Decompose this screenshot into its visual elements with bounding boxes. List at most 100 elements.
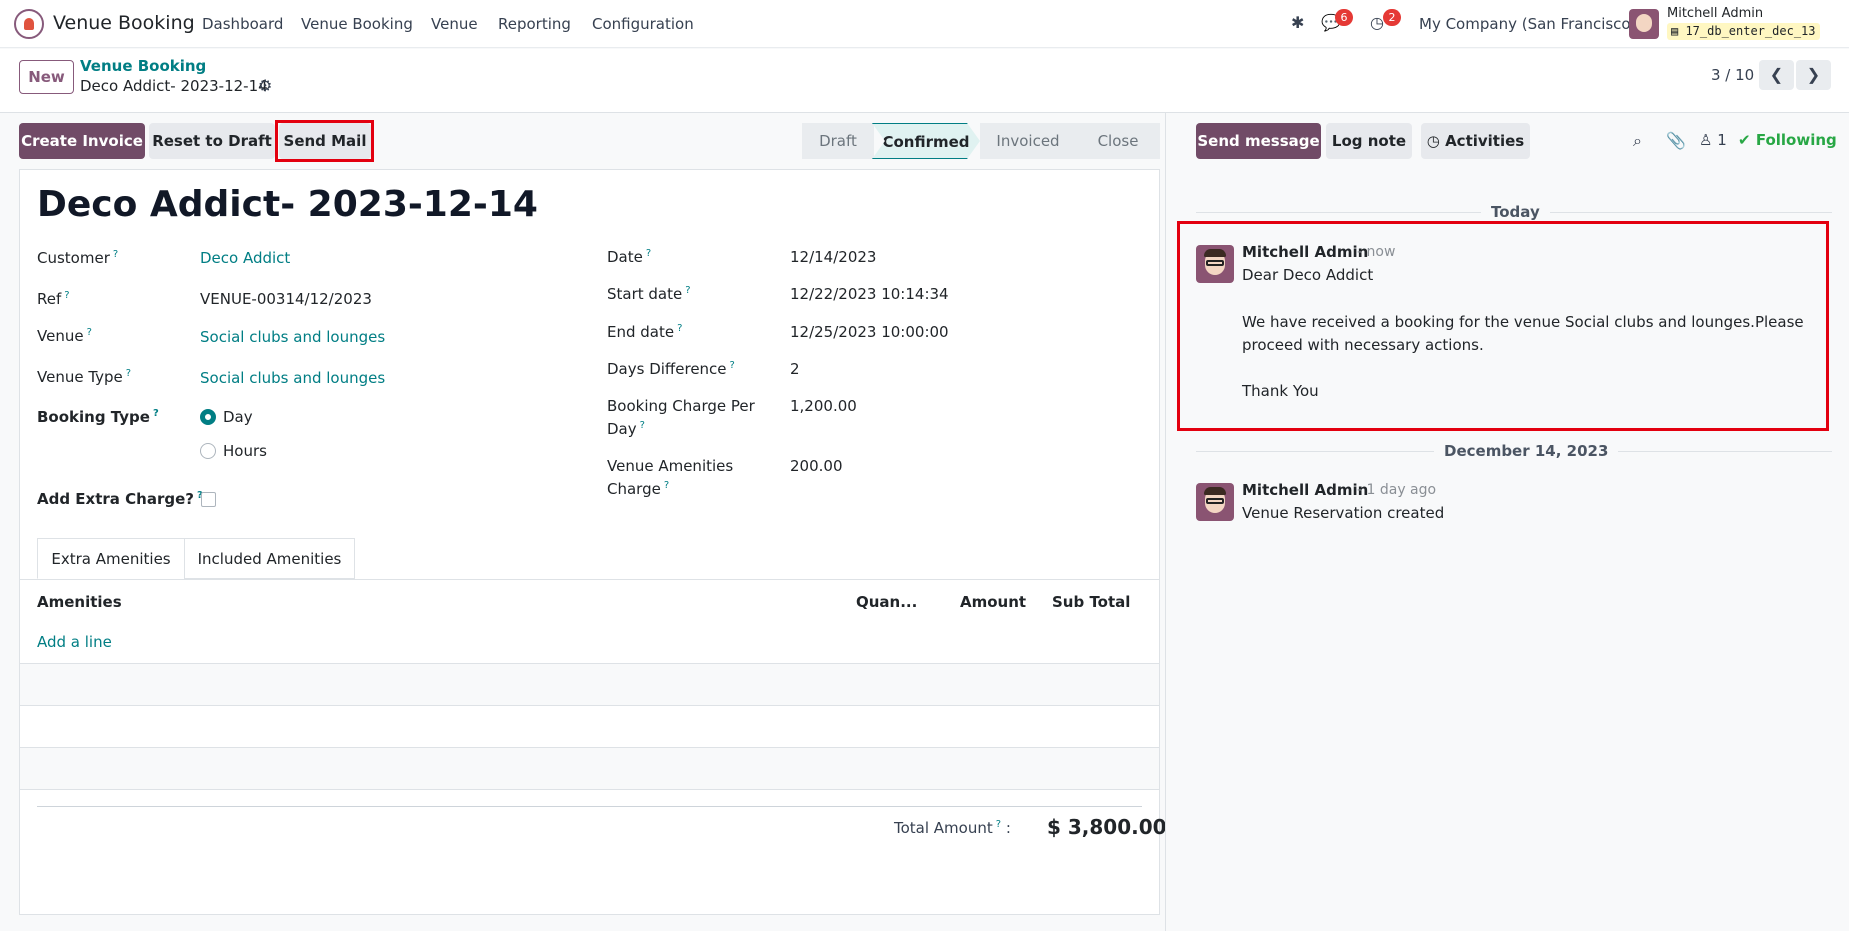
breadcrumb-current: Deco Addict- 2023-12-14 [80,77,268,95]
attachment-paperclip-icon[interactable]: 📎 [1666,131,1686,150]
help-icon[interactable]: ? [646,248,651,259]
venue-label: Venue? [37,327,92,345]
table-row-divider [20,705,1159,706]
end-date-field[interactable]: 12/25/2023 10:00:00 [790,323,949,341]
create-invoice-button[interactable]: Create Invoice [19,123,145,159]
ref-field[interactable]: VENUE-00314/12/2023 [200,290,372,308]
menu-venue-booking[interactable]: Venue Booking [301,15,413,33]
app-logo-icon[interactable] [14,9,44,39]
day-separator-today: Today [1481,203,1550,221]
log-note-button[interactable]: Log note [1326,123,1412,159]
column-sub-total[interactable]: Sub Total [1052,593,1130,611]
total-divider [37,806,1142,807]
new-button[interactable]: New [19,60,74,94]
activities-badge: 2 [1383,9,1401,26]
venue-field[interactable]: Social clubs and lounges [200,328,385,346]
total-amount-value: $ 3,800.00 [1047,815,1167,839]
top-navbar: Venue Booking Dashboard Venue Booking Ve… [0,0,1849,48]
message-greeting: Dear Deco Addict [1242,266,1374,284]
booking-type-hours-label[interactable]: Hours [223,442,267,460]
menu-venue[interactable]: Venue [431,15,478,33]
breadcrumb-parent[interactable]: Venue Booking [80,57,206,75]
followers-person-icon: ♙ [1699,131,1713,149]
menu-configuration[interactable]: Configuration [592,15,694,33]
pager-value[interactable]: 3 / 10 [1711,66,1754,84]
booking-charge-field[interactable]: 1,200.00 [790,397,857,415]
tabs-underline [20,579,1159,580]
help-icon[interactable]: ? [640,420,645,431]
message-author[interactable]: Mitchell Admin [1242,481,1368,499]
help-icon[interactable]: ? [685,285,690,296]
check-icon: ✔ [1738,131,1751,149]
booking-type-hours-radio[interactable] [200,443,216,459]
control-panel: New Venue Booking Deco Addict- 2023-12-1… [0,49,1849,113]
start-date-label-text: Start date [607,285,683,303]
tab-included-amenities[interactable]: Included Amenities [184,538,355,579]
menu-dashboard[interactable]: Dashboard [202,15,283,33]
tab-extra-amenities[interactable]: Extra Amenities [37,538,185,579]
activities-clock-icon[interactable]: ◷ [1370,13,1384,32]
help-icon[interactable]: ? [996,819,1001,830]
venue-amenities-charge-label-text: Charge [607,480,661,498]
table-row [20,748,1159,789]
pager-previous-button[interactable]: ❮ [1759,60,1794,90]
following-label: Following [1755,131,1837,149]
column-amenities[interactable]: Amenities [37,593,122,611]
venue-type-field[interactable]: Social clubs and lounges [200,369,385,387]
help-icon[interactable]: ? [64,290,69,301]
messages-badge: 6 [1335,9,1353,26]
status-confirmed[interactable]: Confirmed [872,123,980,159]
day-separator-date: December 14, 2023 [1434,442,1619,460]
message-signoff: Thank You [1242,382,1319,400]
help-icon[interactable]: ? [87,327,92,338]
customer-field[interactable]: Deco Addict [200,249,290,267]
app-name[interactable]: Venue Booking [53,12,195,34]
column-quantity[interactable]: Quan... [856,593,917,611]
ref-label: Ref? [37,290,70,308]
debug-bug-icon[interactable]: ✱ [1291,13,1304,32]
gear-icon[interactable]: ⚙ [258,76,272,95]
days-difference-field: 2 [790,360,800,378]
search-icon[interactable]: ⌕ [1633,131,1642,151]
help-icon[interactable]: ? [126,368,131,379]
column-amount[interactable]: Amount [960,593,1026,611]
message-body-line-2: proceed with necessary actions. [1242,336,1484,354]
user-name[interactable]: Mitchell Admin [1667,6,1763,21]
reset-to-draft-button[interactable]: Reset to Draft [149,123,275,159]
help-icon[interactable]: ? [730,360,735,371]
message-author-avatar[interactable] [1196,245,1234,283]
days-difference-label-text: Days Difference [607,360,727,378]
help-icon[interactable]: ? [113,249,118,260]
venue-amenities-charge-field[interactable]: 200.00 [790,457,843,475]
database-label: 17_db_enter_dec_13 [1685,24,1816,38]
help-icon[interactable]: ? [664,480,669,491]
date-field[interactable]: 12/14/2023 [790,248,876,266]
company-switcher[interactable]: My Company (San Francisco) [1419,15,1636,33]
extra-charge-label: Add Extra Charge?? [37,490,203,508]
message-author[interactable]: Mitchell Admin [1242,243,1368,261]
help-icon[interactable]: ? [153,408,159,419]
menu-reporting[interactable]: Reporting [498,15,571,33]
following-button[interactable]: ✔ Following [1738,131,1837,149]
user-avatar[interactable] [1629,9,1659,39]
status-draft[interactable]: Draft [802,123,874,159]
message-body-line-1: We have received a booking for the venue… [1242,313,1804,331]
extra-charge-checkbox[interactable] [201,492,216,507]
booking-type-day-label[interactable]: Day [223,408,253,426]
help-icon[interactable]: ? [677,323,682,334]
venue-amenities-charge-label-line2: Charge? [607,480,669,498]
add-line-link[interactable]: Add a line [37,633,112,651]
status-close[interactable]: Close [1076,123,1160,159]
end-date-label-text: End date [607,323,675,341]
date-label-text: Date [607,248,643,266]
followers-button[interactable]: ♙ 1 [1699,131,1727,149]
status-invoiced[interactable]: Invoiced [980,123,1076,159]
booking-charge-label-line2: Day? [607,420,645,438]
activities-button[interactable]: ◷ Activities [1421,123,1530,159]
message-author-avatar[interactable] [1196,483,1234,521]
pager-next-button[interactable]: ❯ [1796,60,1831,90]
send-message-button[interactable]: Send message [1196,123,1321,159]
start-date-field[interactable]: 12/22/2023 10:14:34 [790,285,949,303]
send-mail-button[interactable]: Send Mail [279,123,371,159]
booking-type-day-radio[interactable] [200,409,216,425]
